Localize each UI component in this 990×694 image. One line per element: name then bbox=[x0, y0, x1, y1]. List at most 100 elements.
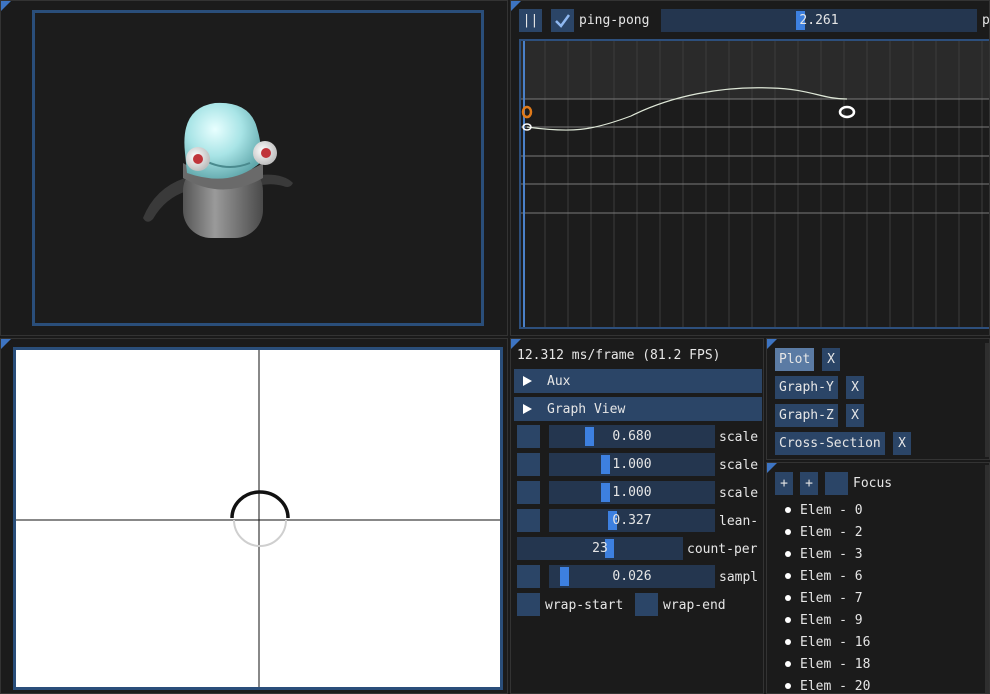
close-tab-button[interactable]: X bbox=[893, 432, 911, 455]
list-scrollbar[interactable] bbox=[985, 465, 989, 693]
view-tabs-panel: Plot Graph-Y Graph-Z Cross-Section X X X X bbox=[766, 338, 990, 460]
list-item-label: Elem - 3 bbox=[800, 547, 863, 562]
curve-editor-panel: || ping-pong 2.261 p bbox=[510, 0, 990, 336]
param-label: scale bbox=[719, 458, 759, 473]
wrap-end-checkbox[interactable] bbox=[635, 593, 658, 616]
bullet-icon bbox=[785, 660, 791, 667]
pause-button[interactable]: || bbox=[519, 9, 542, 32]
list-item[interactable]: Elem - 2 bbox=[785, 522, 863, 544]
param-label: scale bbox=[719, 486, 759, 501]
overflow-label: p bbox=[982, 13, 990, 28]
list-item[interactable]: Elem - 3 bbox=[785, 544, 863, 566]
focus-checkbox[interactable] bbox=[825, 472, 848, 495]
list-item-label: Elem - 2 bbox=[800, 525, 863, 540]
count-slider[interactable]: 23 bbox=[517, 537, 683, 560]
list-item[interactable]: Elem - 6 bbox=[785, 566, 863, 588]
list-item[interactable]: Elem - 7 bbox=[785, 588, 863, 610]
bullet-icon bbox=[785, 682, 791, 689]
focus-label: Focus bbox=[853, 476, 893, 491]
tab-plot[interactable]: Plot bbox=[775, 348, 815, 371]
viewport-3d[interactable] bbox=[32, 10, 484, 326]
param-slider[interactable]: 1.000 bbox=[549, 481, 715, 504]
bullet-icon bbox=[785, 528, 791, 535]
sample-value: 0.026 bbox=[612, 569, 652, 584]
count-label: count-per bbox=[687, 542, 758, 557]
bullet-icon bbox=[785, 550, 791, 557]
param-label: lean- bbox=[719, 514, 759, 529]
close-tab-button[interactable]: X bbox=[822, 348, 840, 371]
add-button[interactable]: + bbox=[775, 472, 793, 495]
panel-corner-marker bbox=[1, 339, 11, 349]
param-slider[interactable]: 1.000 bbox=[549, 453, 715, 476]
time-slider[interactable]: 2.261 bbox=[661, 9, 977, 32]
time-value: 2.261 bbox=[799, 13, 839, 28]
slider-grab[interactable] bbox=[560, 567, 570, 586]
list-item[interactable]: Elem - 0 bbox=[785, 500, 863, 522]
controls-panel: 12.312 ms/frame (81.2 FPS) Aux Graph Vie… bbox=[510, 338, 764, 694]
param-toggle[interactable] bbox=[517, 425, 540, 448]
checkmark-icon bbox=[555, 14, 571, 28]
list-item-label: Elem - 16 bbox=[800, 635, 871, 650]
bullet-icon bbox=[785, 594, 791, 601]
list-item-label: Elem - 9 bbox=[800, 613, 863, 628]
list-item-label: Elem - 7 bbox=[800, 591, 863, 606]
param-slider[interactable]: 0.327 bbox=[549, 509, 715, 532]
panel-corner-marker bbox=[1, 1, 11, 11]
bullet-icon bbox=[785, 506, 791, 513]
curve-graph[interactable] bbox=[519, 39, 989, 329]
sample-slider[interactable]: 0.026 bbox=[549, 565, 715, 588]
frame-stats: 12.312 ms/frame (81.2 FPS) bbox=[517, 348, 721, 363]
element-list-panel: + + Focus Elem - 0 Elem - 2 Elem - 3 Elem -… bbox=[766, 462, 990, 694]
list-item[interactable]: Elem - 16 bbox=[785, 632, 870, 654]
aux-label: Aux bbox=[547, 374, 571, 389]
character-model bbox=[143, 102, 293, 238]
graph-view-label: Graph View bbox=[547, 402, 626, 417]
wrap-start-label: wrap-start bbox=[545, 598, 624, 613]
curve-canvas bbox=[521, 41, 989, 327]
close-tab-button[interactable]: X bbox=[846, 404, 864, 427]
pingpong-label: ping-pong bbox=[579, 13, 650, 28]
slider-grab[interactable] bbox=[601, 455, 611, 474]
tab-graph-z[interactable]: Graph-Z bbox=[775, 404, 838, 427]
tab-cross-section[interactable]: Cross-Section bbox=[775, 432, 885, 455]
param-label: scale bbox=[719, 430, 759, 445]
param-value: 1.000 bbox=[612, 457, 652, 472]
bullet-icon bbox=[785, 638, 791, 645]
expand-triangle-icon bbox=[523, 376, 532, 386]
list-item-label: Elem - 18 bbox=[800, 657, 871, 672]
tabs-scrollbar[interactable] bbox=[985, 343, 989, 457]
param-slider[interactable]: 0.680 bbox=[549, 425, 715, 448]
pingpong-checkbox[interactable] bbox=[551, 9, 574, 32]
graph-view-section-header[interactable]: Graph View bbox=[514, 397, 762, 421]
param-value: 1.000 bbox=[612, 485, 652, 500]
cross-section-plot bbox=[16, 350, 500, 687]
close-tab-button[interactable]: X bbox=[846, 376, 864, 399]
tab-graph-y[interactable]: Graph-Y bbox=[775, 376, 838, 399]
aux-section-header[interactable]: Aux bbox=[514, 369, 762, 393]
bullet-icon bbox=[785, 572, 791, 579]
param-toggle[interactable] bbox=[517, 509, 540, 532]
param-value: 0.680 bbox=[612, 429, 652, 444]
param-toggle[interactable] bbox=[517, 453, 540, 476]
list-item[interactable]: Elem - 18 bbox=[785, 654, 870, 676]
slider-grab[interactable] bbox=[584, 427, 594, 446]
sample-label: sampl bbox=[719, 570, 759, 585]
param-value: 0.327 bbox=[612, 513, 652, 528]
slider-grab[interactable] bbox=[601, 483, 611, 502]
bullet-icon bbox=[785, 616, 791, 623]
wrap-end-label: wrap-end bbox=[663, 598, 726, 613]
viewport-3d-panel bbox=[0, 0, 508, 336]
list-item-label: Elem - 6 bbox=[800, 569, 863, 584]
list-item-label: Elem - 20 bbox=[800, 679, 871, 694]
param-toggle[interactable] bbox=[517, 481, 540, 504]
list-item[interactable]: Elem - 9 bbox=[785, 610, 863, 632]
expand-triangle-icon bbox=[523, 404, 532, 414]
wrap-start-checkbox[interactable] bbox=[517, 593, 540, 616]
plot-2d-panel bbox=[0, 338, 508, 694]
count-value: 23 bbox=[592, 541, 608, 556]
add-button[interactable]: + bbox=[800, 472, 818, 495]
list-item-label: Elem - 0 bbox=[800, 503, 863, 518]
sample-toggle[interactable] bbox=[517, 565, 540, 588]
plot-2d-view[interactable] bbox=[13, 347, 503, 690]
list-item[interactable]: Elem - 20 bbox=[785, 676, 871, 694]
